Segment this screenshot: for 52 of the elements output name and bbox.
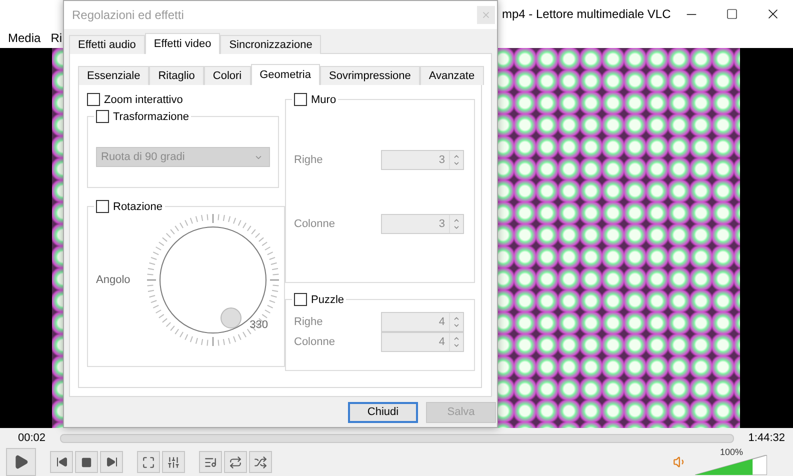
window-title: mp4 - Lettore multimediale VLC [502, 7, 671, 21]
angle-value: 330 [250, 319, 268, 331]
checkbox[interactable] [96, 110, 109, 123]
angle-label: Angolo [96, 274, 132, 286]
tab[interactable]: Effetti audio [69, 35, 145, 54]
checkbox[interactable] [294, 93, 307, 106]
field-label: Colonne [294, 336, 335, 348]
checkbox-label: Puzzle [311, 294, 344, 306]
tab[interactable]: Avanzate [420, 66, 484, 85]
stop-icon [81, 456, 92, 468]
play-icon [13, 454, 29, 470]
previous-button[interactable] [50, 451, 73, 473]
equalizer-button[interactable] [162, 451, 185, 473]
shuffle-icon [254, 456, 267, 468]
volume-slider[interactable] [695, 455, 767, 475]
previous-icon [56, 456, 68, 468]
fullscreen-button[interactable] [137, 451, 160, 473]
loop-button[interactable] [224, 451, 247, 473]
tab[interactable]: Essenziale [78, 66, 150, 85]
tab[interactable]: Sincronizzazione [220, 35, 322, 54]
total-time: 1:44:32 [748, 432, 785, 444]
checkbox-label: Muro [311, 94, 336, 106]
menu-item[interactable]: Media [8, 31, 41, 45]
tab[interactable]: Ritaglio [149, 66, 204, 85]
checkbox-label: Trasformazione [113, 110, 190, 122]
play-button[interactable] [6, 448, 36, 476]
checkbox[interactable] [96, 200, 109, 213]
tab[interactable]: Effetti video [144, 33, 220, 54]
field-label: Righe [294, 316, 323, 328]
checkbox-label: Rotazione [113, 200, 163, 212]
shuffle-button[interactable] [249, 451, 272, 473]
menu-item[interactable]: Ri [50, 31, 62, 45]
fullscreen-icon [142, 456, 155, 468]
next-icon [106, 456, 118, 468]
checkbox[interactable] [294, 293, 307, 306]
checkbox-label: Zoom interattivo [104, 94, 183, 106]
loop-icon [229, 456, 242, 468]
field-label: Righe [294, 154, 323, 166]
elapsed-time: 00:02 [18, 432, 46, 444]
dialog-button[interactable]: Chiudi [348, 402, 418, 422]
checkbox[interactable] [87, 93, 100, 106]
next-button[interactable] [100, 451, 123, 473]
dialog-title: Regolazioni ed effetti [72, 8, 185, 22]
playlist-button[interactable] [199, 451, 222, 473]
field-label: Colonne [294, 218, 335, 230]
playlist-icon [204, 456, 217, 468]
volume-reading: 100% [720, 447, 743, 457]
tab[interactable]: Geometria [250, 64, 320, 85]
sliders-icon [167, 456, 180, 468]
stop-button[interactable] [75, 451, 98, 473]
tab[interactable]: Colori [204, 66, 251, 85]
tab[interactable]: Sovrimpressione [320, 66, 420, 85]
